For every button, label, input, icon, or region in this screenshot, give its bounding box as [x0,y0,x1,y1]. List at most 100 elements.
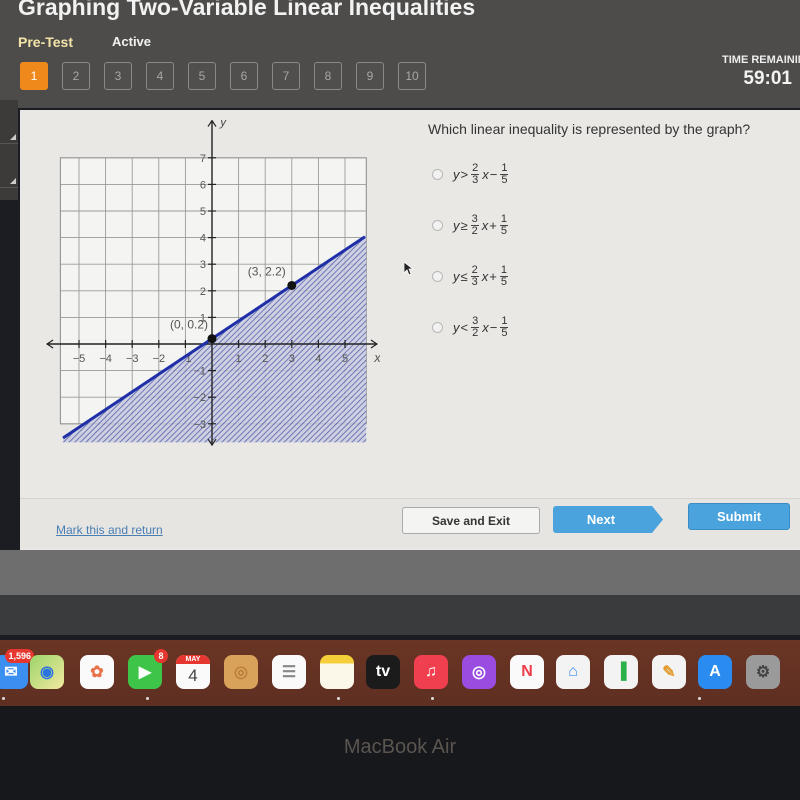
inequality-expression: y ≤ 23 x + 15 [453,264,510,288]
answer-option-1[interactable]: y > 23 x − 15 [432,162,510,186]
photos-glyph: ✿ [90,664,104,681]
dock-numbers-icon[interactable]: ▐ [604,655,638,689]
radio-button[interactable] [432,270,443,282]
timer-label: TIME REMAINING [722,54,800,66]
answer-option-4[interactable]: y < 32 x − 15 [432,315,510,339]
dock-facetime-icon[interactable]: ▶ 8 [128,649,168,689]
dock-running-indicator [431,697,434,700]
question-button-9[interactable]: 9 [356,62,384,90]
constant-fraction: 15 [500,315,509,339]
numerator: 3 [471,314,480,328]
news-glyph: N [521,663,533,680]
inequality-sign: ≥ [460,217,468,233]
x-tick-label: −3 [126,353,139,365]
y-tick-label: −2 [193,392,206,404]
x-tick-label: 2 [262,353,268,365]
slope-fraction: 23 [470,264,479,288]
save-and-exit-button[interactable]: Save and Exit [402,507,540,534]
question-button-2[interactable]: 2 [62,62,90,90]
dock-app-store-icon[interactable]: A [698,655,732,689]
y-tick-label: 4 [200,233,206,245]
dock-keynote-icon[interactable]: ⌂ [556,655,590,689]
question-button-1[interactable]: 1 [20,62,48,90]
answer-option-3[interactable]: y ≤ 23 x + 15 [432,264,510,288]
dock-contacts-icon[interactable]: ◎ [224,655,258,689]
x-tick-label: 4 [315,353,321,365]
tab-active[interactable]: Active [112,34,151,49]
screen-background-dark [0,595,800,635]
numerator: 2 [471,161,480,175]
dock-calendar-icon[interactable]: MAY 4 [176,655,210,689]
var-x: x [481,217,489,233]
plotted-point [287,280,297,290]
calendar-day: 4 [188,666,198,685]
denominator: 3 [471,275,478,288]
rail-tool-2[interactable] [0,144,18,188]
slope-fraction: 32 [470,213,479,237]
answer-options: y > 23 x − 15 y ≥ 32 x + 15 y ≤ 2 3 x + … [432,162,510,366]
radio-button[interactable] [432,219,443,231]
submit-button[interactable]: Submit [688,503,790,530]
dock-music-icon[interactable]: ♫ [414,655,448,689]
question-button-8[interactable]: 8 [314,62,342,90]
tab-pre-test[interactable]: Pre-Test [18,34,73,50]
podcasts-glyph: ◎ [472,664,486,681]
question-navigator: 1 2 3 4 5 6 7 8 9 10 [20,62,426,90]
rail-tool-1[interactable] [0,100,18,144]
dock-photos-icon[interactable]: ✿ [80,655,114,689]
calendar-month: MAY [176,655,210,664]
operator: + [489,268,497,284]
numerator: 1 [500,161,509,175]
screen-background [0,550,800,595]
question-button-10[interactable]: 10 [398,62,426,90]
slope-fraction: 23 [471,161,480,186]
x-tick-label: 1 [236,353,242,365]
y-tick-label: 6 [200,179,206,191]
dock-reminders-icon[interactable]: ☰ [272,655,306,689]
dock-running-indicator [698,697,701,700]
y-tick-label: 7 [200,153,206,165]
dock-mail-icon[interactable]: ✉ 1,596 [0,649,34,689]
facetime-glyph: ▶ [138,664,152,681]
question-prompt: Which linear inequality is represented b… [428,121,751,137]
music-glyph: ♫ [425,663,437,680]
left-tool-rail [0,100,18,200]
var-x: x [481,268,489,284]
inequality-expression: y ≥ 32 x + 15 [453,213,510,237]
dock-maps-icon[interactable]: ◉ [30,655,64,689]
var-y: y [453,319,460,335]
denominator: 2 [472,326,479,339]
inequality-expression: y > 23 x − 15 [453,161,510,186]
dock-system-preferences-icon[interactable]: ⚙ [746,655,780,689]
var-y: y [453,268,460,284]
maps-glyph: ◉ [40,664,54,681]
next-button[interactable]: Next [553,506,663,533]
x-tick-label: −2 [153,353,166,365]
question-button-5[interactable]: 5 [188,62,216,90]
y-tick-label: −1 [193,366,206,378]
constant-fraction: 15 [499,264,508,288]
constant-fraction: 15 [499,213,508,237]
question-button-3[interactable]: 3 [104,62,132,90]
dock-pages-icon[interactable]: ✎ [652,655,686,689]
y-tick-label: 3 [200,259,206,271]
inequality-sign: > [460,166,469,182]
x-tick-label: 5 [342,353,348,365]
dock-notes-icon[interactable] [320,655,354,689]
dock-apple-tv-icon[interactable]: tv [366,655,400,689]
device-label: MacBook Air [343,736,457,758]
slope-fraction: 32 [471,314,480,339]
x-tick-label: −5 [73,353,86,365]
mail-glyph: ✉ [4,664,18,681]
question-button-4[interactable]: 4 [146,62,174,90]
mark-and-return-link[interactable]: Mark this and return [56,523,163,537]
dock-news-icon[interactable]: N [510,655,544,689]
radio-button[interactable] [432,321,443,333]
question-button-6[interactable]: 6 [230,62,258,90]
question-button-7[interactable]: 7 [272,62,300,90]
answer-option-2[interactable]: y ≥ 32 x + 15 [432,213,510,237]
dock-running-indicator [146,697,149,700]
radio-button[interactable] [432,168,443,180]
app-store-glyph: A [709,663,721,680]
dock-podcasts-icon[interactable]: ◎ [462,655,496,689]
